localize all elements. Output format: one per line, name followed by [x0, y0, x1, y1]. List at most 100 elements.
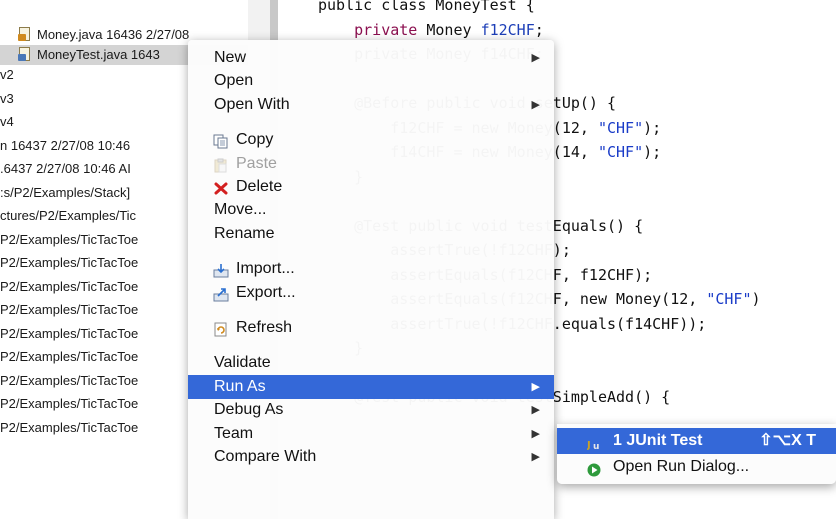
- refresh-icon: [213, 321, 229, 337]
- menu-item-label: Export...: [236, 283, 296, 301]
- tree-item[interactable]: v4: [0, 112, 14, 132]
- menu-item-label: Validate: [214, 354, 271, 372]
- code-token: private: [354, 20, 418, 39]
- tree-item[interactable]: P2/Examples/TicTacToe: [0, 300, 138, 320]
- menu-item-label: Run As: [214, 377, 266, 395]
- tree-item-label: P2/Examples/TicTacToe: [0, 231, 139, 247]
- tree-item-label: .6437 2/27/08 10:46 AI: [0, 161, 131, 176]
- menu-item-open-with[interactable]: Open With ▶: [188, 93, 554, 117]
- tree-item[interactable]: v3: [0, 89, 14, 109]
- tree-item[interactable]: Money.java 16436 2/27/08: [18, 25, 189, 45]
- tree-item[interactable]: P2/Examples/TicTacToe: [0, 277, 138, 297]
- tree-item[interactable]: P2/Examples/TicTacToe: [0, 418, 138, 438]
- context-menu: New ▶ Open Open With ▶ Copy Paste Delete Move...…: [188, 40, 554, 519]
- run-as-submenu: Ju 1 JUnit Test ⇧⌥X T Open Run Dialog...: [557, 424, 836, 484]
- submenu-item-label: Open Run Dialog...: [613, 458, 750, 475]
- submenu-arrow-icon: ▶: [531, 404, 540, 417]
- code-token: "CHF": [597, 143, 644, 161]
- junit-icon: Ju: [586, 434, 603, 452]
- menu-item-copy[interactable]: Copy: [188, 128, 554, 152]
- menu-separator: [188, 249, 554, 250]
- code-token: ;: [534, 20, 544, 39]
- run-icon: [587, 460, 603, 477]
- menu-item-move[interactable]: Move...: [188, 198, 554, 222]
- menu-separator: [188, 120, 554, 121]
- tree-item[interactable]: ctures/P2/Examples/Tic: [0, 206, 136, 226]
- tree-item-label: P2/Examples/TicTacToe: [0, 349, 139, 364]
- menu-item-new[interactable]: New ▶: [188, 46, 554, 70]
- menu-item-label: Copy: [236, 131, 274, 149]
- menu-item-rename[interactable]: Rename: [188, 222, 554, 246]
- tree-item-label: v3: [0, 90, 14, 106]
- menu-item-refresh[interactable]: Refresh: [188, 316, 554, 340]
- menu-separator: [188, 308, 554, 309]
- tree-item-label: Money.java 16436 2/27/08: [37, 27, 190, 42]
- submenu-arrow-icon: ▶: [531, 52, 540, 64]
- menu-item-team[interactable]: Team ▶: [188, 422, 554, 446]
- submenu-arrow-icon: ▶: [531, 451, 540, 463]
- open-run-dialog[interactable]: Open Run Dialog...: [557, 454, 836, 480]
- tree-item[interactable]: .6437 2/27/08 10:46 AI: [0, 159, 131, 179]
- menu-item-paste: Paste: [188, 152, 554, 176]
- menu-item-label: Team: [214, 424, 254, 442]
- svg-text:u: u: [593, 442, 599, 451]
- tree-item[interactable]: v2: [0, 65, 14, 85]
- copy-icon: [213, 133, 229, 149]
- menu-item-label: Delete: [236, 178, 283, 195]
- code-token: ): [751, 290, 761, 308]
- tree-item-label: v4: [0, 114, 14, 129]
- code-token: "CHF": [597, 118, 644, 137]
- menu-item-compare-with[interactable]: Compare With ▶: [188, 445, 554, 469]
- tree-item[interactable]: P2/Examples/TicTacToe: [0, 371, 138, 391]
- menu-item-validate[interactable]: Validate: [188, 351, 554, 375]
- tree-item[interactable]: P2/Examples/TicTacToe: [0, 230, 138, 250]
- code-token: );: [643, 143, 662, 161]
- tree-item-label: MoneyTest.java 1643: [37, 47, 160, 62]
- submenu-arrow-icon: ▶: [531, 380, 540, 393]
- tree-item[interactable]: P2/Examples/TicTacToe: [0, 394, 138, 414]
- delete-icon: [213, 180, 229, 195]
- java-file-icon: [18, 27, 32, 41]
- menu-item-label: Refresh: [236, 319, 293, 336]
- menu-item-label: Debug As: [214, 401, 284, 419]
- tree-item[interactable]: P2/Examples/TicTacToe: [0, 253, 138, 273]
- menu-item-run-as[interactable]: Run As ▶: [188, 374, 554, 399]
- export-icon: [213, 286, 229, 302]
- tree-item[interactable]: P2/Examples/TicTacToe: [0, 324, 138, 344]
- tree-item-label: P2/Examples/TicTacToe: [0, 278, 139, 294]
- tree-item-label: P2/Examples/TicTacToe: [0, 302, 139, 317]
- submenu-arrow-icon: ▶: [531, 427, 540, 440]
- menu-item-import[interactable]: Import...: [188, 257, 554, 281]
- menu-separator: [188, 343, 554, 344]
- menu-item-debug-as[interactable]: Debug As ▶: [188, 398, 554, 422]
- tree-item[interactable]: P2/Examples/TicTacToe: [0, 347, 138, 367]
- code-token: public class MoneyTest {: [318, 0, 535, 14]
- menu-item-open[interactable]: Open: [188, 69, 554, 93]
- tree-item-label: v2: [0, 67, 14, 82]
- menu-item-export[interactable]: Export...: [188, 281, 554, 305]
- tree-item[interactable]: :s/P2/Examples/Stack]: [0, 183, 130, 203]
- keyboard-shortcut: ⇧⌥X T: [759, 432, 816, 449]
- menu-item-label: Open With: [214, 95, 290, 113]
- tree-item-label: :s/P2/Examples/Stack]: [0, 184, 131, 200]
- tree-item[interactable]: n 16437 2/27/08 10:46: [0, 136, 130, 156]
- import-icon: [213, 262, 229, 278]
- code-token: "CHF": [706, 290, 752, 308]
- tree-item-label: P2/Examples/TicTacToe: [0, 372, 139, 388]
- code-line: private Money f12CHF;: [318, 19, 544, 41]
- menu-item-label: Open: [214, 72, 254, 90]
- tree-item-label: P2/Examples/TicTacToe: [0, 419, 139, 435]
- menu-item-label: Rename: [214, 224, 275, 242]
- menu-item-label: Move...: [214, 201, 267, 219]
- tree-item-label: P2/Examples/TicTacToe: [0, 255, 139, 270]
- menu-item-label: Import...: [236, 260, 295, 278]
- code-token: Money: [417, 20, 481, 39]
- submenu-arrow-icon: ▶: [531, 98, 540, 111]
- menu-item-delete[interactable]: Delete: [188, 175, 554, 199]
- tree-item-label: P2/Examples/TicTacToe: [0, 325, 139, 341]
- run-as-junit-test[interactable]: Ju 1 JUnit Test ⇧⌥X T: [557, 428, 836, 454]
- menu-item-label: New: [214, 49, 247, 66]
- menu-item-label: Paste: [236, 154, 277, 172]
- tree-item-label: n 16437 2/27/08 10:46: [0, 137, 131, 153]
